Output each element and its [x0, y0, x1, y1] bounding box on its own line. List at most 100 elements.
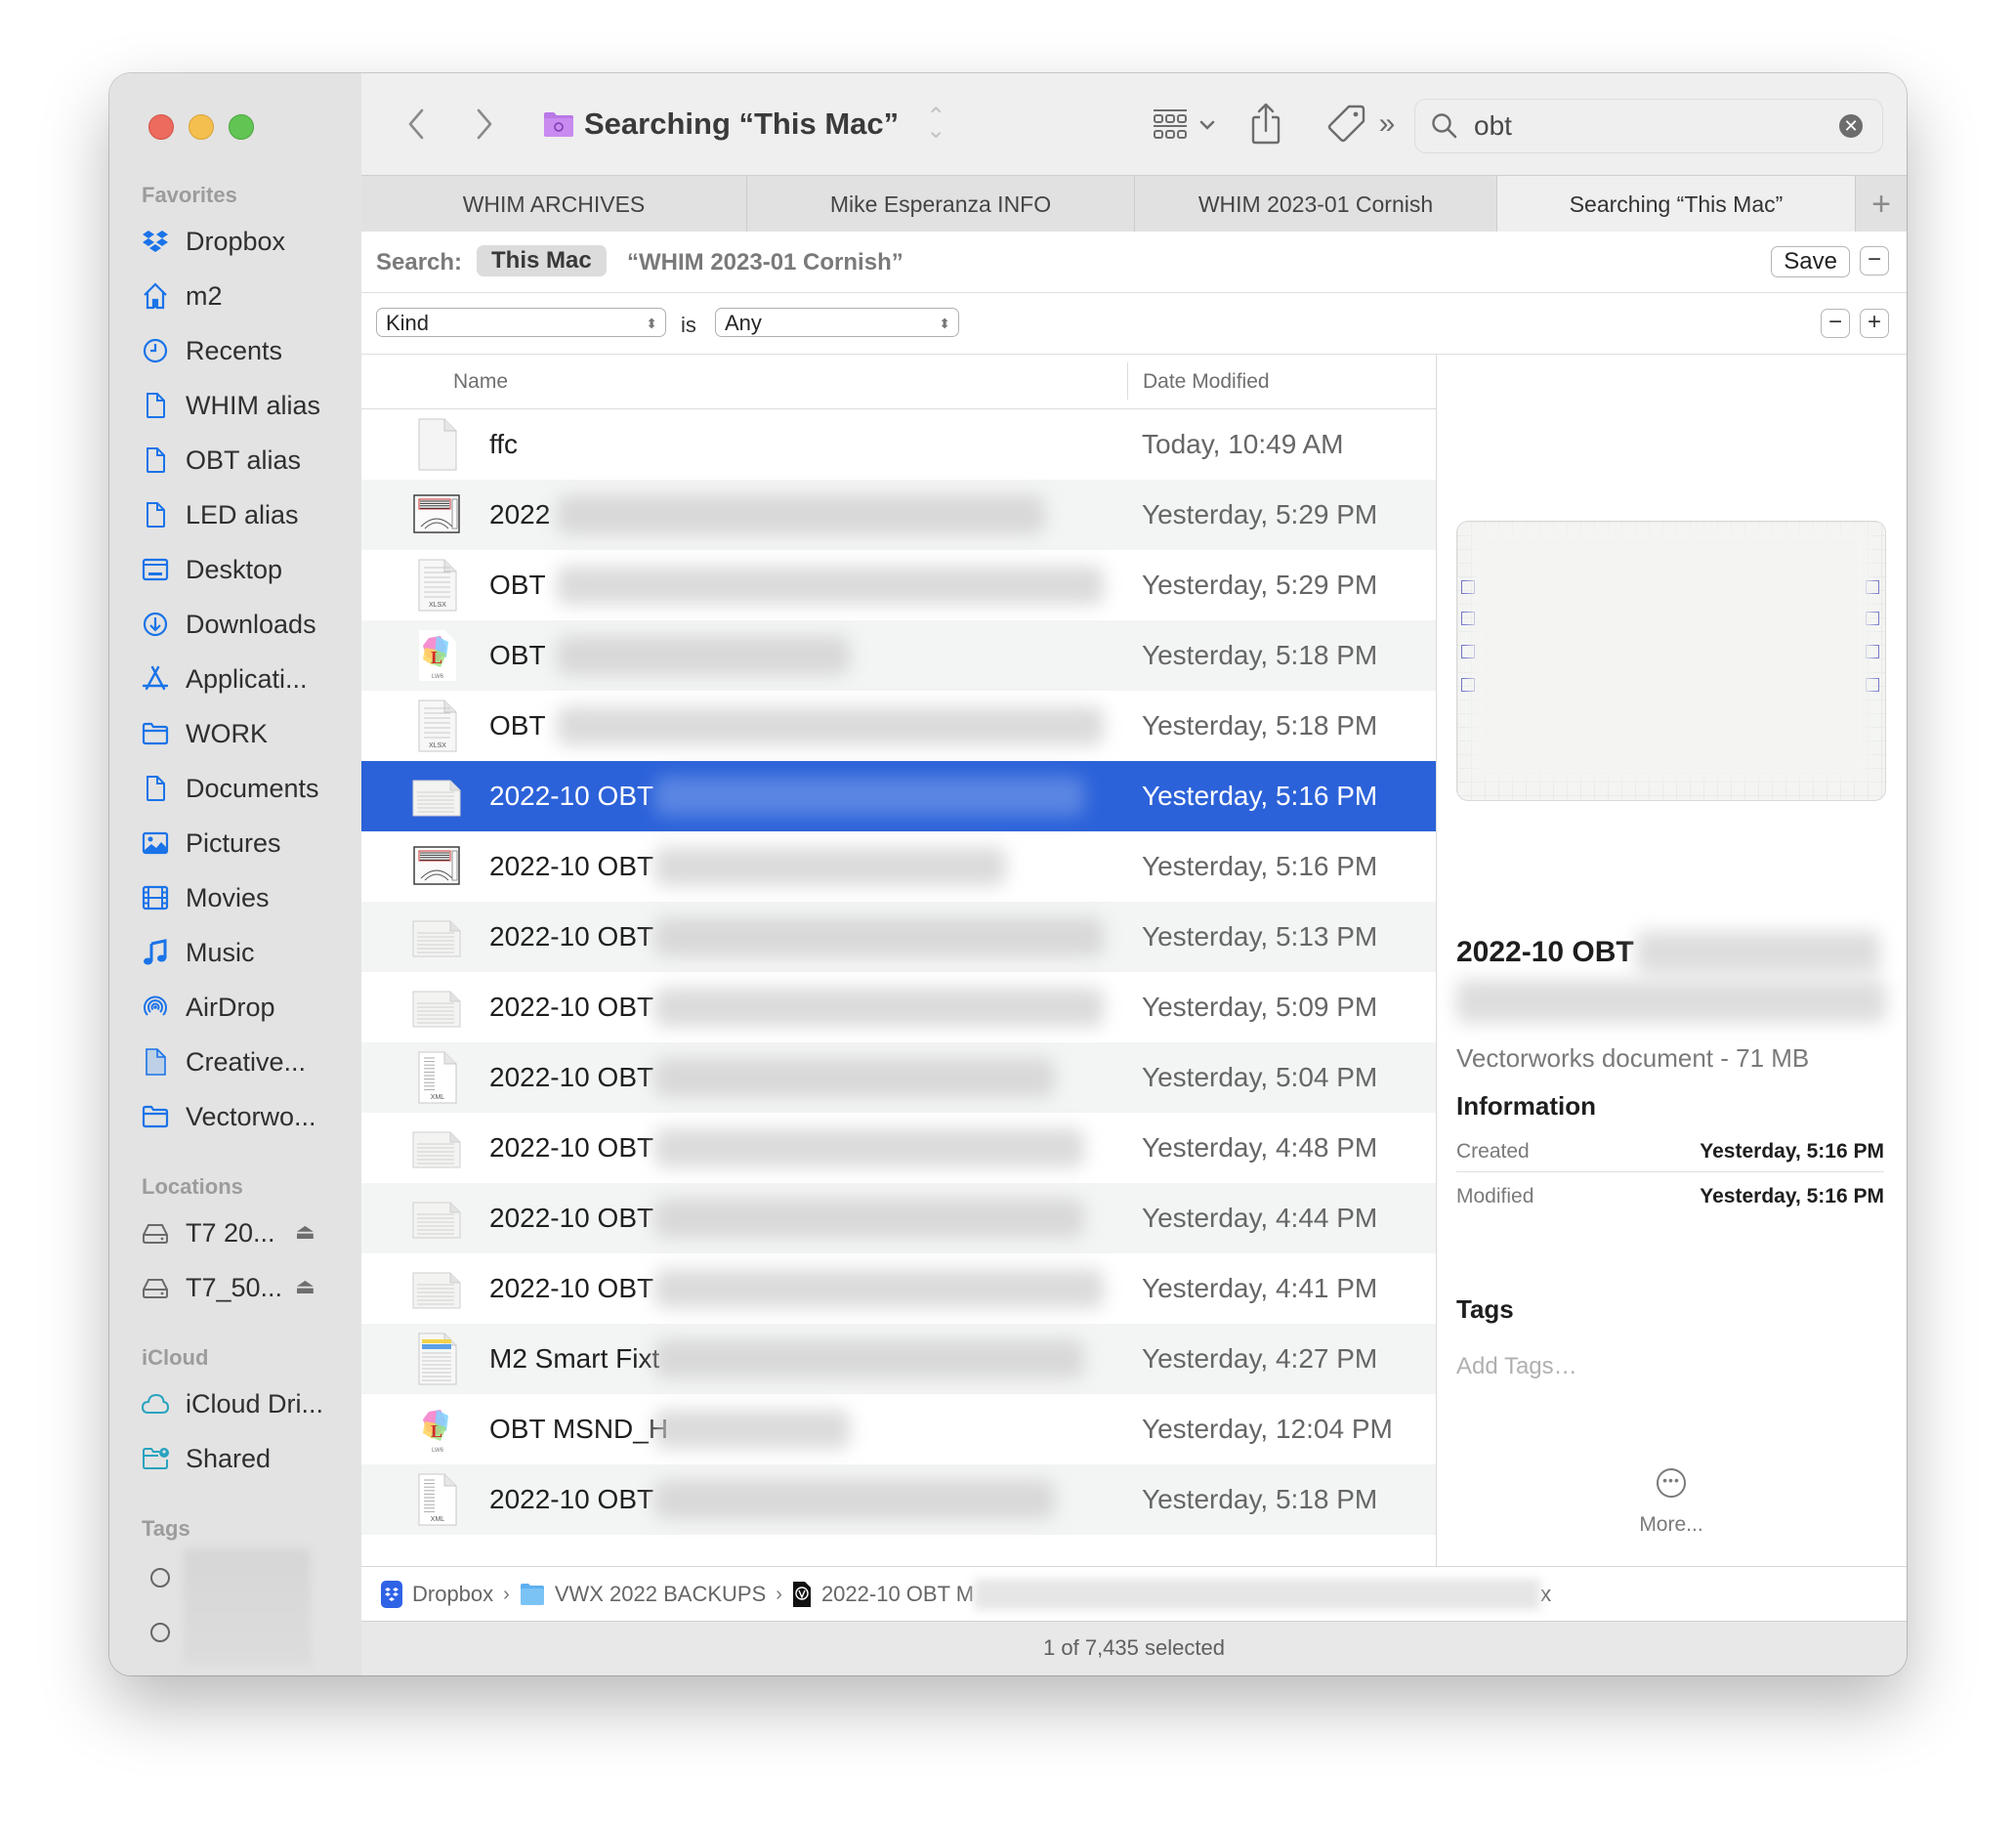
file-row[interactable]: 2022-10 OBT Yesterday, 4:44 PM: [361, 1183, 1436, 1253]
sidebar-item-shared[interactable]: Shared: [141, 1437, 271, 1480]
back-button[interactable]: [399, 103, 434, 146]
add-criteria-button[interactable]: +: [1860, 309, 1889, 338]
file-date-modified: Yesterday, 5:18 PM: [1142, 710, 1378, 741]
file-name: 2022-10 OBT: [489, 921, 654, 952]
sidebar-item-whim-alias[interactable]: WHIM alias: [141, 384, 320, 427]
save-search-button[interactable]: Save: [1771, 246, 1850, 277]
sidebar-item-work[interactable]: WORK: [141, 712, 268, 755]
svg-text:XML: XML: [431, 1516, 445, 1523]
file-name: 2022-10 OBT: [489, 1203, 654, 1233]
zoom-window-button[interactable]: [229, 114, 254, 140]
close-search-button[interactable]: −: [1860, 246, 1889, 275]
more-button[interactable]: ••• More...: [1622, 1468, 1720, 1537]
sidebar-item-label: Movies: [186, 882, 270, 912]
finder-window: Favorites Locations iCloud Tags Dropbox m…: [109, 73, 1907, 1675]
file-row[interactable]: XLSX OBT Yesterday, 5:18 PM: [361, 691, 1436, 761]
sidebar-item-m2[interactable]: m2: [141, 275, 223, 318]
preview-thumbnail: [1456, 521, 1886, 801]
file-row[interactable]: 2022-10 OBT Yesterday, 5:16 PM: [361, 761, 1436, 831]
file-row[interactable]: 2022 Yesterday, 5:29 PM: [361, 480, 1436, 550]
sidebar-item-applicati[interactable]: Applicati...: [141, 657, 308, 700]
path-segment-2022-10-obt-m[interactable]: 2022-10 OBT M x: [792, 1579, 1551, 1610]
file-row[interactable]: M2 Smart Fixt Yesterday, 4:27 PM: [361, 1324, 1436, 1394]
file-lw6-icon: L LW6: [411, 1402, 462, 1457]
file-row[interactable]: XML 2022-10 OBT Yesterday, 5:04 PM: [361, 1042, 1436, 1113]
shared-folder-icon: [141, 1444, 170, 1473]
file-xml-icon: XML: [411, 1050, 462, 1105]
sidebar-item-label: Music: [186, 937, 255, 967]
sidebar-item-label: Creative...: [186, 1046, 307, 1077]
sidebar-item-movies[interactable]: Movies: [141, 876, 270, 919]
criteria-attribute-select[interactable]: Kind ⬍: [376, 308, 666, 337]
path-segment-dropbox[interactable]: Dropbox: [381, 1581, 493, 1608]
title-dropdown-icon[interactable]: ⌃ ⌄: [926, 106, 945, 143]
file-row[interactable]: L LW6 OBT MSND_H Yesterday, 12:04 PM: [361, 1394, 1436, 1464]
sidebar-item-t7-20[interactable]: T7 20...: [141, 1211, 275, 1254]
file-row[interactable]: 2022-10 OBT Yesterday, 5:13 PM: [361, 902, 1436, 972]
search-icon: [1432, 113, 1457, 139]
dropbox-icon: [381, 1581, 402, 1608]
sidebar-item-airdrop[interactable]: AirDrop: [141, 986, 275, 1029]
file-row[interactable]: XML 2022-10 OBT Yesterday, 5:18 PM: [361, 1464, 1436, 1535]
sidebar-item-downloads[interactable]: Downloads: [141, 603, 316, 646]
view-mode-button[interactable]: [1145, 103, 1223, 148]
new-tab-button[interactable]: +: [1856, 176, 1907, 233]
tab-whim-archives[interactable]: WHIM ARCHIVES: [361, 176, 747, 233]
sidebar-item-t7-50[interactable]: T7_50...: [141, 1266, 282, 1309]
sidebar-item-creative[interactable]: Creative...: [141, 1040, 306, 1083]
home-icon: [141, 281, 170, 311]
eject-icon[interactable]: ⏏: [295, 1274, 315, 1299]
add-tags-field[interactable]: Add Tags…: [1456, 1353, 1577, 1380]
sidebar-item-music[interactable]: Music: [141, 931, 255, 974]
criteria-value-select[interactable]: Any ⬍: [715, 308, 959, 337]
sidebar-item-dropbox[interactable]: Dropbox: [141, 220, 285, 263]
file-row[interactable]: 2022-10 OBT Yesterday, 5:09 PM: [361, 972, 1436, 1042]
file-row[interactable]: 2022-10 OBT Yesterday, 5:16 PM: [361, 831, 1436, 902]
search-input[interactable]: [1472, 109, 1839, 143]
status-bar: 1 of 7,435 selected: [361, 1621, 1907, 1675]
sidebar-item-obt-alias[interactable]: OBT alias: [141, 439, 301, 482]
file-row[interactable]: XLSX OBT Yesterday, 5:29 PM: [361, 550, 1436, 620]
forward-button[interactable]: [467, 103, 502, 146]
redacted-tag-labels: [184, 1548, 311, 1666]
sidebar-item-led-alias[interactable]: LED alias: [141, 493, 299, 536]
tag-button[interactable]: [1324, 99, 1369, 148]
sidebar-tag-2[interactable]: [150, 1623, 170, 1642]
file-name: 2022-10 OBT: [489, 992, 654, 1022]
airdrop-icon: [141, 993, 170, 1022]
tab-whim-2023-01-cornish[interactable]: WHIM 2023-01 Cornish: [1135, 176, 1497, 233]
file-row[interactable]: 2022-10 OBT Yesterday, 4:41 PM: [361, 1253, 1436, 1324]
share-button[interactable]: [1246, 97, 1285, 149]
more-label: More...: [1639, 1513, 1703, 1536]
column-name-header[interactable]: Name: [453, 370, 508, 394]
file-name: OBT: [489, 570, 546, 600]
sidebar-item-desktop[interactable]: Desktop: [141, 548, 282, 591]
remove-criteria-button[interactable]: −: [1821, 309, 1850, 338]
file-row[interactable]: 2022-10 OBT Yesterday, 4:48 PM: [361, 1113, 1436, 1183]
column-header: Name Date Modified: [361, 355, 1436, 409]
sidebar-item-icloud-dri[interactable]: iCloud Dri...: [141, 1382, 323, 1425]
file-row[interactable]: ffc Today, 10:49 AM: [361, 409, 1436, 480]
minimize-window-button[interactable]: [189, 114, 214, 140]
sidebar-item-documents[interactable]: Documents: [141, 767, 319, 810]
scope-current-folder-button[interactable]: “WHIM 2023-01 Cornish”: [627, 249, 903, 276]
search-field[interactable]: ✕: [1414, 99, 1883, 153]
file-row[interactable]: L LW6 OBT Yesterday, 5:18 PM: [361, 620, 1436, 691]
sidebar-item-recents[interactable]: Recents: [141, 329, 282, 372]
column-divider[interactable]: [1127, 362, 1128, 400]
eject-icon[interactable]: ⏏: [295, 1219, 315, 1245]
redacted-path-name: [974, 1579, 1541, 1610]
column-date-modified-header[interactable]: Date Modified: [1143, 370, 1270, 394]
scope-this-mac-button[interactable]: This Mac: [477, 245, 607, 276]
tab-searching-this-mac[interactable]: Searching “This Mac”: [1497, 176, 1856, 233]
sidebar-item-vectorwo[interactable]: Vectorwo...: [141, 1095, 316, 1138]
sidebar-tag-1[interactable]: [150, 1568, 170, 1588]
toolbar-overflow-button[interactable]: »: [1369, 103, 1405, 146]
sidebar-item-pictures[interactable]: Pictures: [141, 822, 281, 865]
chevron-down-icon: [1199, 120, 1215, 130]
toolbar: Searching “This Mac” ⌃⌄ » ✕: [361, 73, 1907, 175]
close-window-button[interactable]: [148, 114, 174, 140]
path-segment-vwx-2022-backups[interactable]: VWX 2022 BACKUPS: [520, 1582, 766, 1607]
tab-mike-esperanza-info[interactable]: Mike Esperanza INFO: [747, 176, 1135, 233]
clear-search-icon[interactable]: ✕: [1839, 114, 1863, 138]
